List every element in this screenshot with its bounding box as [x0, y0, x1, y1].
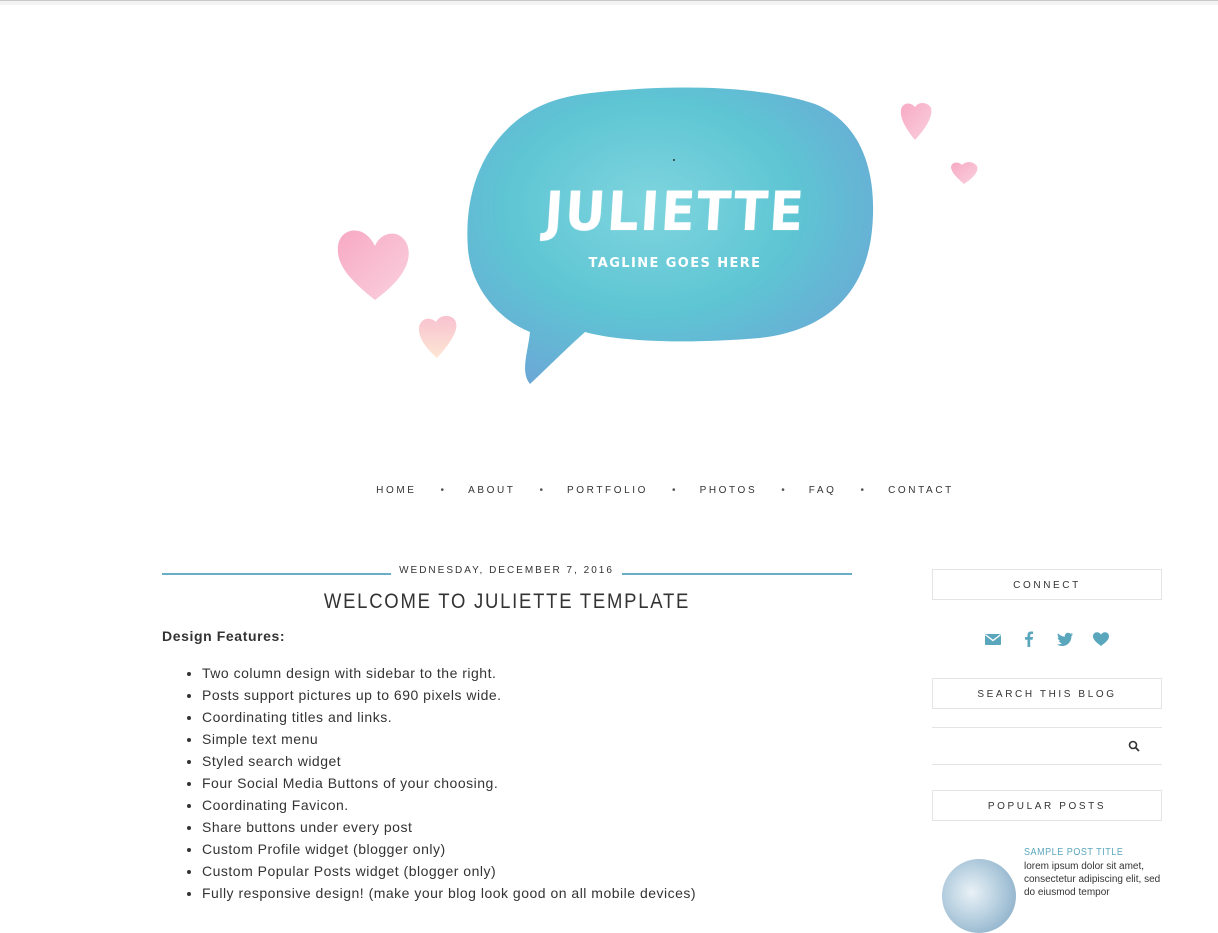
menu-separator: •	[672, 484, 676, 496]
date-divider-left	[162, 573, 391, 575]
menu-item-photos[interactable]: PHOTOS	[700, 485, 758, 496]
list-item: Two column design with sidebar to the ri…	[202, 662, 852, 684]
list-item: Simple text menu	[202, 728, 852, 750]
sidebar: CONNECT SEARCH THIS BLOG POPULAR POSTS S…	[932, 569, 1164, 933]
menu-item-portfolio[interactable]: PORTFOLIO	[567, 485, 648, 496]
search-input[interactable]	[932, 728, 1122, 764]
menu-item-about[interactable]: ABOUT	[468, 485, 515, 496]
list-item: Share buttons under every post	[202, 816, 852, 838]
menu-item-home[interactable]: HOME	[376, 485, 416, 496]
main-menu: HOME • ABOUT • PORTFOLIO • PHOTOS • FAQ …	[376, 482, 951, 498]
popular-post-snippet: lorem ipsum dolor sit amet, consectetur …	[1024, 861, 1161, 898]
list-item: Styled search widget	[202, 750, 852, 772]
heart-small-right	[951, 162, 978, 184]
heart-icon[interactable]	[1092, 630, 1110, 648]
social-icons	[932, 600, 1162, 678]
heart-large-left	[337, 230, 409, 300]
list-item: Coordinating titles and links.	[202, 706, 852, 728]
post-area: Wednesday, December 7, 2016 WELCOME TO J…	[162, 560, 852, 904]
facebook-icon[interactable]	[1020, 630, 1038, 648]
connect-widget-title: CONNECT	[932, 569, 1162, 600]
search-icon[interactable]	[1128, 740, 1140, 752]
heart-small-left	[418, 315, 457, 358]
features-heading: Design Features:	[162, 628, 286, 644]
popular-post-title[interactable]: SAMPLE POST TITLE	[1024, 847, 1150, 858]
popular-post-item[interactable]: SAMPLE POST TITLE lorem ipsum dolor sit …	[932, 847, 1164, 933]
list-item: Custom Popular Posts widget (blogger onl…	[202, 860, 852, 882]
popular-posts-widget-title: POPULAR POSTS	[932, 790, 1162, 821]
popular-post-text: SAMPLE POST TITLE lorem ipsum dolor sit …	[1024, 847, 1164, 899]
post-title[interactable]: WELCOME TO JULIETTE TEMPLATE	[203, 590, 810, 614]
menu-separator: •	[781, 484, 785, 496]
email-icon[interactable]	[984, 630, 1002, 648]
blog-tagline: TAGLINE GOES HERE	[588, 256, 762, 271]
menu-item-faq[interactable]: FAQ	[809, 485, 837, 496]
list-item: Custom Profile widget (blogger only)	[202, 838, 852, 860]
post-date: Wednesday, December 7, 2016	[399, 565, 614, 576]
search-widget-title: SEARCH THIS BLOG	[932, 678, 1162, 709]
blog-title[interactable]: JULIETTE	[484, 180, 865, 243]
date-divider-right	[622, 573, 852, 575]
twitter-icon[interactable]	[1056, 630, 1074, 648]
menu-separator: •	[440, 484, 445, 496]
heart-top-right	[900, 102, 932, 140]
list-item: Posts support pictures up to 690 pixels …	[202, 684, 852, 706]
menu-item-contact[interactable]: CONTACT	[888, 485, 954, 496]
post-date-header: Wednesday, December 7, 2016	[162, 560, 852, 584]
feature-list: Two column design with sidebar to the ri…	[162, 662, 852, 904]
popular-post-thumbnail[interactable]	[942, 859, 1016, 933]
blog-header[interactable]: JULIETTE TAGLINE GOES HERE	[0, 0, 1218, 440]
list-item: Four Social Media Buttons of your choosi…	[202, 772, 852, 794]
menu-separator: •	[539, 484, 544, 496]
search-box	[932, 727, 1162, 765]
list-item: Coordinating Favicon.	[202, 794, 852, 816]
menu-separator: •	[860, 484, 865, 496]
